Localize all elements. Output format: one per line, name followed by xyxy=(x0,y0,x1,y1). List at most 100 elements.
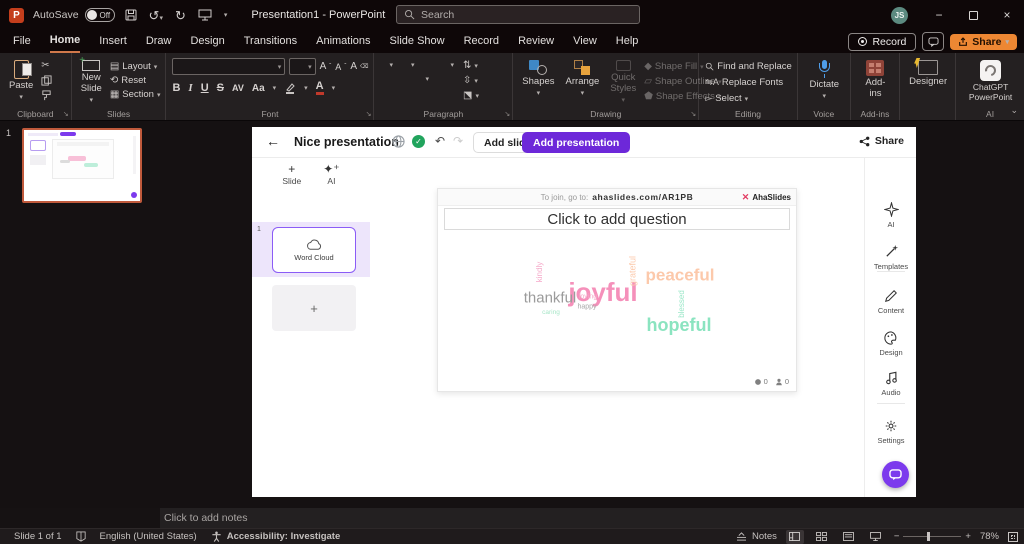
tab-home[interactable]: Home xyxy=(49,30,81,53)
slide-1-thumbnail[interactable] xyxy=(22,128,142,203)
comments-button[interactable] xyxy=(922,32,945,51)
slideshow-icon[interactable] xyxy=(198,9,212,21)
align-text-button[interactable]: ⇳ ▾ xyxy=(463,76,479,86)
shrink-font-button[interactable]: Aˇ xyxy=(335,58,346,75)
grow-font-button[interactable]: Aˆ xyxy=(320,58,332,75)
new-slide-addin-button[interactable]: + Slide xyxy=(282,163,301,186)
strikethrough-button[interactable]: S xyxy=(217,82,224,94)
tab-file[interactable]: File xyxy=(13,31,31,52)
redo-icon[interactable]: ↻ xyxy=(175,9,186,22)
restore-button[interactable] xyxy=(956,0,990,30)
sidebar-item-content[interactable]: Content xyxy=(865,289,917,315)
dictate-button[interactable]: Dictate ▾ xyxy=(806,58,842,107)
word-cloud-slide-card[interactable]: Word Cloud xyxy=(272,227,356,273)
ai-addin-button[interactable]: ✦⁺ AI xyxy=(323,163,339,186)
autosave-toggle[interactable]: Off xyxy=(84,8,115,22)
chatgpt-powerpoint-button[interactable]: ChatGPT PowerPoint xyxy=(962,58,1019,107)
language-status[interactable]: English (United States) xyxy=(100,531,197,542)
reset-button[interactable]: ⟲ Reset xyxy=(110,75,161,86)
tab-record[interactable]: Record xyxy=(464,31,499,52)
normal-view-button[interactable] xyxy=(785,529,804,544)
record-button[interactable]: Record xyxy=(848,32,917,51)
quick-styles-button[interactable]: Quick Styles ▾ xyxy=(607,58,639,107)
collapse-ribbon-icon[interactable]: ⌄ xyxy=(1010,105,1018,116)
paste-button[interactable]: Paste ▾ xyxy=(6,58,36,107)
select-button[interactable]: ▻ Select ▾ xyxy=(705,93,791,104)
sidebar-item-design[interactable]: Design xyxy=(865,331,917,357)
close-button[interactable]: × xyxy=(990,0,1024,30)
clipboard-dialog-launcher[interactable]: ↘ xyxy=(63,110,69,118)
tab-transitions[interactable]: Transitions xyxy=(244,31,297,52)
font-color-button[interactable]: A xyxy=(315,81,324,95)
sidebar-item-ai[interactable]: AI xyxy=(865,202,917,229)
add-presentation-button[interactable]: Add presentation xyxy=(522,132,631,153)
addin-redo-icon[interactable]: ↷ xyxy=(453,134,463,148)
zoom-in-button[interactable]: + xyxy=(965,531,971,542)
font-dialog-launcher[interactable]: ↘ xyxy=(366,110,372,118)
character-spacing-button[interactable]: AV xyxy=(232,83,244,93)
section-button[interactable]: ▦ Section ▾ xyxy=(110,89,161,100)
tab-draw[interactable]: Draw xyxy=(146,31,172,52)
presentation-title[interactable]: Nice presentation xyxy=(294,135,399,149)
tab-slide-show[interactable]: Slide Show xyxy=(390,31,445,52)
save-icon[interactable] xyxy=(125,9,137,21)
tab-insert[interactable]: Insert xyxy=(99,31,127,52)
add-slide-placeholder[interactable]: + xyxy=(272,285,356,331)
clear-formatting-button[interactable]: A ⌫ xyxy=(350,58,368,75)
font-size-combo[interactable]: ▾ xyxy=(289,58,316,75)
slide-sorter-view-button[interactable] xyxy=(813,530,831,544)
zoom-level[interactable]: 78% xyxy=(980,531,999,542)
underline-button[interactable]: U xyxy=(201,82,209,94)
smartart-button[interactable]: ⬔ ▾ xyxy=(463,91,479,101)
minimize-button[interactable]: − xyxy=(922,0,956,30)
user-avatar[interactable]: JS xyxy=(891,6,908,24)
globe-icon[interactable] xyxy=(392,135,405,148)
reading-view-button[interactable] xyxy=(840,530,858,544)
back-arrow-icon[interactable]: ← xyxy=(266,133,280,149)
addin-undo-icon[interactable]: ↶ xyxy=(435,134,445,148)
layout-button[interactable]: ▤ Layout ▾ xyxy=(110,61,161,72)
highlight-button[interactable] xyxy=(284,82,296,94)
addins-button[interactable]: Add-ins xyxy=(857,58,894,107)
arrange-button[interactable]: Arrange ▾ xyxy=(563,58,603,107)
tab-animations[interactable]: Animations xyxy=(316,31,370,52)
tab-help[interactable]: Help xyxy=(616,31,639,52)
search-input[interactable]: Search xyxy=(396,5,640,24)
sidebar-item-settings[interactable]: Settings xyxy=(865,419,917,445)
new-slide-button[interactable]: + New Slide ▾ xyxy=(78,56,105,107)
addin-share-button[interactable]: Share xyxy=(859,135,904,147)
designer-button[interactable]: Designer xyxy=(906,58,950,107)
fit-to-window-icon[interactable] xyxy=(1008,531,1018,542)
slide-list-item-selected[interactable]: 1 Word Cloud xyxy=(252,222,370,277)
drawing-dialog-launcher[interactable]: ↘ xyxy=(690,110,696,118)
zoom-out-button[interactable]: − xyxy=(894,531,900,542)
accessibility-status[interactable]: Accessibility: Investigate xyxy=(211,531,340,542)
spellcheck-icon[interactable] xyxy=(75,531,86,542)
zoom-slider-thumb[interactable] xyxy=(927,532,931,541)
cut-icon[interactable]: ✂ xyxy=(41,61,52,71)
qat-customize-icon[interactable]: ▾ xyxy=(224,11,228,19)
text-direction-button[interactable]: ⇅ ▾ xyxy=(463,61,479,71)
notes-toggle[interactable]: Notes xyxy=(736,531,777,542)
sidebar-item-audio[interactable]: Audio xyxy=(865,371,917,397)
italic-button[interactable]: I xyxy=(188,82,192,94)
copy-icon[interactable] xyxy=(41,75,52,86)
paragraph-dialog-launcher[interactable]: ↘ xyxy=(504,110,510,118)
tab-design[interactable]: Design xyxy=(190,31,224,52)
sidebar-item-templates[interactable]: Templates xyxy=(865,244,917,271)
bold-button[interactable]: B xyxy=(172,82,180,94)
find-replace-button[interactable]: Find and Replace xyxy=(705,61,792,72)
undo-icon[interactable]: ↺▾ xyxy=(149,9,163,22)
tab-review[interactable]: Review xyxy=(518,31,554,52)
font-name-combo[interactable]: ▾ xyxy=(172,58,286,75)
slideshow-view-button[interactable] xyxy=(867,530,885,544)
change-case-button[interactable]: Aa xyxy=(252,83,265,94)
chat-fab-button[interactable] xyxy=(882,461,909,488)
question-input[interactable]: Click to add question xyxy=(444,208,790,230)
replace-fonts-button[interactable]: ⇋A Replace Fonts xyxy=(705,77,791,88)
notes-area[interactable]: Click to add notes xyxy=(160,508,1024,528)
tab-view[interactable]: View xyxy=(573,31,597,52)
share-button[interactable]: Share ▾ xyxy=(950,33,1017,50)
shapes-button[interactable]: Shapes ▾ xyxy=(519,58,557,107)
slide-canvas[interactable]: To join, go to: ahaslides.com/AR1PB ✕ Ah… xyxy=(437,188,797,392)
